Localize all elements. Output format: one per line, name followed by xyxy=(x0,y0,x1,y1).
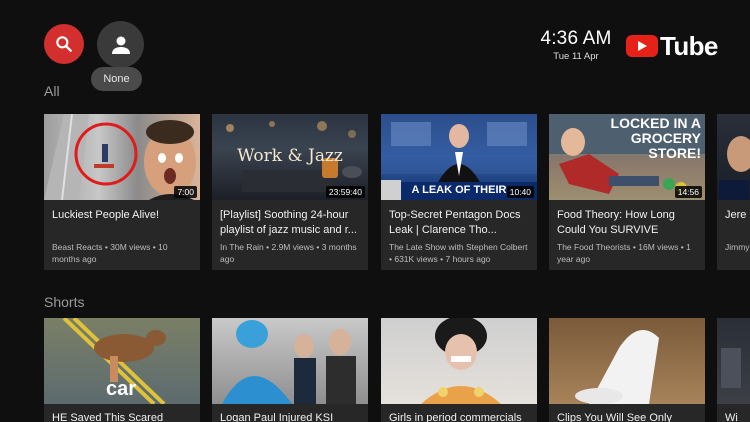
section-title-shorts: Shorts xyxy=(44,294,85,310)
video-meta: The Food Theorists • 16M views • 1 year … xyxy=(557,242,691,264)
video-duration: 7:00 xyxy=(174,186,197,198)
shorts-row: car HE Saved This Scared DEER Logan Paul… xyxy=(44,318,750,422)
short-thumbnail xyxy=(549,318,705,404)
thumbnail-overlay-text: LOCKED IN A GROCERY STORE! xyxy=(610,115,701,161)
video-title: Top-Secret Pentagon Docs Leak | Clarence… xyxy=(389,209,521,236)
video-meta: The Late Show with Stephen Colbert • 631… xyxy=(389,242,528,264)
short-card[interactable]: Logan Paul Injured KSI xyxy=(212,318,368,422)
account-label: None xyxy=(91,67,142,91)
section-title-all: All xyxy=(44,83,60,99)
video-title: [Playlist] Soothing 24-hour playlist of … xyxy=(220,209,357,236)
video-thumbnail: Work & Jazz 23:59:40 xyxy=(212,114,368,200)
short-card[interactable]: Girls in period commercials xyxy=(381,318,537,422)
short-card[interactable]: Wi xyxy=(717,318,750,422)
person-icon xyxy=(111,36,130,54)
video-card[interactable]: LOCKED IN A GROCERY STORE! 14:56 Food Th… xyxy=(549,114,705,270)
video-meta: Jimmy hours xyxy=(725,242,750,252)
clock: 4:36 AM Tue 11 Apr xyxy=(536,28,616,63)
video-title: Jere Snow xyxy=(725,209,750,221)
video-title: Food Theory: How Long Could You SURVIVE … xyxy=(557,209,675,236)
video-card[interactable]: 7:00 Luckiest People Alive! Beast Reacts… xyxy=(44,114,200,270)
video-duration: 23:59:40 xyxy=(325,186,365,198)
video-thumbnail: LOCKED IN A GROCERY STORE! 14:56 xyxy=(549,114,705,200)
clock-date: Tue 11 Apr xyxy=(553,51,599,62)
video-thumbnail: A LEAK OF THEIR 10:40 xyxy=(381,114,537,200)
short-thumbnail: car xyxy=(44,318,200,404)
clock-time: 4:36 AM xyxy=(540,28,612,49)
video-card[interactable]: A LEAK OF THEIR 10:40 Top-Secret Pentago… xyxy=(381,114,537,270)
short-card[interactable]: car HE Saved This Scared DEER xyxy=(44,318,200,422)
video-thumbnail: 7:00 xyxy=(44,114,200,200)
search-button[interactable] xyxy=(44,24,84,64)
short-card[interactable]: Clips You Will See Only Once xyxy=(549,318,705,422)
all-videos-row: 7:00 Luckiest People Alive! Beast Reacts… xyxy=(44,114,750,274)
youtube-logo-text: Tube xyxy=(660,31,718,61)
short-title: Logan Paul Injured KSI xyxy=(220,412,334,422)
short-thumbnail xyxy=(717,318,750,404)
short-title: HE Saved This Scared DEER xyxy=(52,412,164,422)
video-duration: 14:56 xyxy=(674,186,702,198)
thumbnail-overlay-text: Work & Jazz xyxy=(237,146,343,166)
video-card[interactable]: Jere Snow Jimmy hours xyxy=(717,114,750,270)
short-title: Girls in period commercials xyxy=(389,412,522,422)
video-title: Luckiest People Alive! xyxy=(52,209,160,221)
youtube-play-icon xyxy=(626,35,658,57)
video-meta: In The Rain • 2.9M views • 3 months ago xyxy=(220,242,357,264)
video-duration: 10:40 xyxy=(506,186,534,198)
video-meta: Beast Reacts • 30M views • 10 months ago xyxy=(52,242,168,264)
account-button[interactable] xyxy=(97,21,144,68)
youtube-logo: Tube xyxy=(626,33,718,59)
short-title: Clips You Will See Only Once xyxy=(557,412,672,422)
short-title: Wi xyxy=(725,412,738,422)
search-icon xyxy=(56,36,72,52)
thumbnail-overlay-text: car xyxy=(106,378,137,400)
short-thumbnail xyxy=(212,318,368,404)
video-card[interactable]: Work & Jazz 23:59:40 [Playlist] Soothing… xyxy=(212,114,368,270)
video-thumbnail xyxy=(717,114,750,200)
short-thumbnail xyxy=(381,318,537,404)
